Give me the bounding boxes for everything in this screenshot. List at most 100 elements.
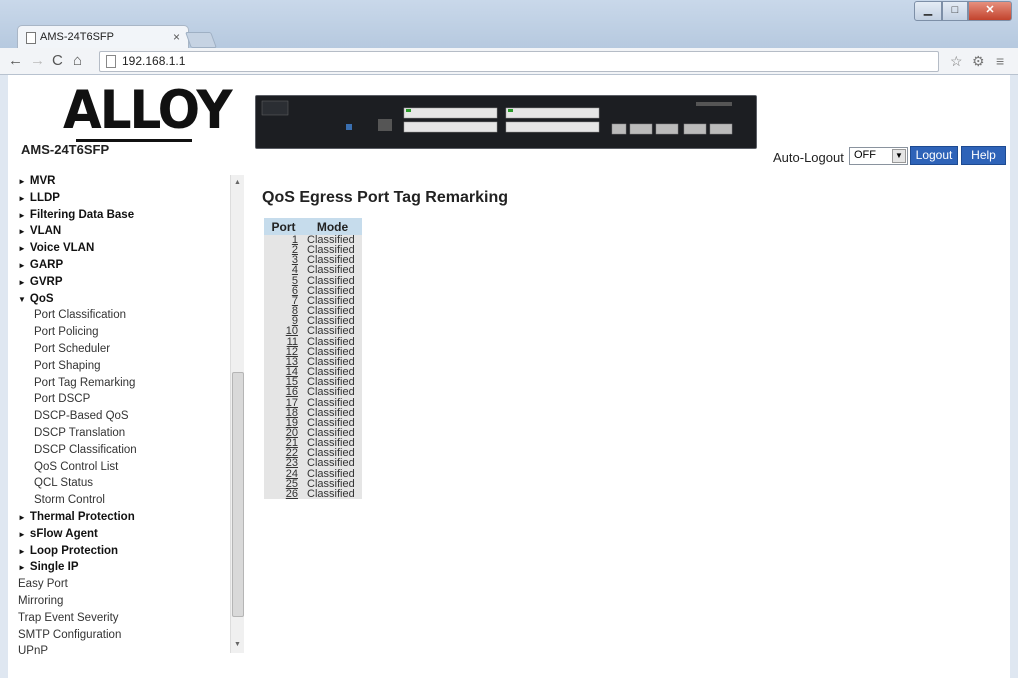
sidebar-item[interactable]: ► MVR	[18, 173, 228, 190]
collapsed-triangle-icon: ►	[18, 277, 26, 287]
sidebar-item-label: Port Shaping	[34, 359, 101, 372]
sidebar-item-label: QoS Control List	[34, 460, 119, 473]
collapsed-triangle-icon: ►	[18, 210, 26, 220]
collapsed-triangle-icon: ►	[18, 260, 26, 270]
page-icon	[106, 55, 116, 68]
browser-titlebar: AMS-24T6SFP × ▁ □ ✕	[0, 0, 1018, 49]
mode-cell: Classified	[303, 387, 362, 398]
sidebar-item[interactable]: DSCP Classification	[18, 442, 228, 459]
scroll-down-icon[interactable]: ▼	[234, 641, 241, 648]
sidebar-nav: ► MVR ► LLDP ► Filtering Data Base ► VLAN ► Voice…	[8, 173, 232, 678]
sidebar-item[interactable]: Port Scheduler	[18, 341, 228, 358]
sidebar-item-label: UPnP	[18, 645, 49, 658]
help-button[interactable]: Help	[961, 146, 1006, 165]
scrollbar-thumb[interactable]	[232, 372, 244, 617]
menu-icon[interactable]: ≡	[996, 53, 1004, 69]
sidebar-item[interactable]: Trap Event Severity	[18, 610, 228, 627]
sidebar-item-label: Port Tag Remarking	[34, 376, 136, 389]
close-tab-icon[interactable]: ×	[173, 30, 180, 44]
sidebar-item[interactable]: Port Policing	[18, 324, 228, 341]
sidebar-item-label: Loop Protection	[29, 544, 119, 557]
scroll-up-icon[interactable]: ▲	[234, 179, 241, 186]
sidebar-item[interactable]: Port DSCP	[18, 391, 228, 408]
sidebar-item-label: Storm Control	[34, 494, 105, 507]
extension-icon[interactable]: ⚙	[972, 53, 985, 70]
table-row: 26 Classified	[264, 488, 362, 500]
table-body: 1 Classified 2 Classified 3 Classified 4 Classi…	[264, 234, 362, 500]
tag-remarking-table: Port Mode 1 Classified 2 Classified 3 Classif…	[264, 218, 362, 499]
collapsed-triangle-icon: ►	[18, 512, 26, 522]
home-icon[interactable]: ⌂	[73, 52, 82, 69]
column-header-port: Port	[264, 218, 303, 235]
sidebar-item[interactable]: Port Tag Remarking	[18, 375, 228, 392]
sidebar-item-label: LLDP	[29, 191, 60, 204]
sidebar-item[interactable]: SMTP Configuration	[18, 627, 228, 644]
window-controls: ▁ □ ✕	[914, 1, 1012, 21]
sidebar-item[interactable]: ► GVRP	[18, 274, 228, 291]
bookmark-star-icon[interactable]: ☆	[950, 53, 963, 70]
collapsed-triangle-icon: ►	[18, 563, 26, 573]
sidebar-item-label: Trap Event Severity	[18, 611, 119, 624]
sidebar-item[interactable]: Storm Control	[18, 492, 228, 509]
sidebar-item[interactable]: Easy Port	[18, 576, 228, 593]
sidebar-item[interactable]: ► Thermal Protection	[18, 509, 228, 526]
sidebar-item-label: Port DSCP	[34, 393, 91, 406]
sidebar-item[interactable]: ► Voice VLAN	[18, 240, 228, 257]
sidebar-item[interactable]: ► LLDP	[18, 190, 228, 207]
sidebar-item-label: QCL Status	[34, 477, 94, 490]
auto-logout-select[interactable]: OFF ▼	[849, 147, 908, 165]
back-arrow-icon[interactable]: ←	[8, 52, 23, 69]
collapsed-triangle-icon: ►	[18, 227, 26, 237]
sidebar-item[interactable]: DSCP-Based QoS	[18, 408, 228, 425]
web-page: ALLOY AMS-24T6SFP Auto-Logout OFF ▼ Logo…	[8, 75, 1010, 678]
browser-tab[interactable]: AMS-24T6SFP ×	[17, 25, 189, 49]
port-link[interactable]: 26	[286, 488, 298, 500]
minimize-button[interactable]: ▁	[914, 1, 942, 21]
sidebar-item[interactable]: Port Classification	[18, 307, 228, 324]
maximize-button[interactable]: □	[942, 1, 968, 21]
forward-arrow-icon[interactable]: →	[30, 52, 45, 69]
sidebar-item[interactable]: ► Filtering Data Base	[18, 207, 228, 224]
sidebar-item[interactable]: ► Single IP	[18, 559, 228, 576]
page-title: QoS Egress Port Tag Remarking	[262, 189, 508, 206]
sidebar-item[interactable]: QCL Status	[18, 475, 228, 492]
collapsed-triangle-icon: ►	[18, 529, 26, 539]
sidebar-item[interactable]: ► GARP	[18, 257, 228, 274]
sidebar-item-label: GARP	[29, 258, 64, 271]
sidebar-item-label: DSCP Classification	[34, 443, 137, 456]
logout-button[interactable]: Logout	[910, 146, 958, 165]
nav-list: ► MVR ► LLDP ► Filtering Data Base ► VLAN ► Voice…	[18, 173, 228, 660]
address-bar[interactable]: 192.168.1.1	[99, 51, 939, 72]
sidebar-item[interactable]: ► VLAN	[18, 223, 228, 240]
tab-title: AMS-24T6SFP	[40, 31, 114, 43]
column-header-mode: Mode	[303, 218, 362, 235]
sidebar-item-label: MVR	[29, 175, 56, 187]
reload-icon[interactable]: C	[52, 52, 63, 69]
switch-panel-image	[255, 95, 757, 149]
sidebar-item[interactable]: ▼ QoS	[18, 291, 228, 308]
collapsed-triangle-icon: ►	[18, 244, 26, 254]
sidebar-item[interactable]: Port Shaping	[18, 358, 228, 375]
sidebar-item[interactable]: DSCP Translation	[18, 425, 228, 442]
brand-logo: ALLOY	[63, 79, 233, 141]
sidebar-item[interactable]: ► Loop Protection	[18, 543, 228, 560]
auto-logout-label: Auto-Logout	[773, 150, 844, 165]
sidebar-item-label: SMTP Configuration	[18, 628, 122, 641]
device-model: AMS-24T6SFP	[21, 142, 110, 157]
auto-logout-value: OFF	[854, 149, 876, 161]
sidebar-item-label: sFlow Agent	[29, 527, 98, 540]
sidebar-item-label: Filtering Data Base	[29, 208, 135, 221]
collapsed-triangle-icon: ►	[18, 546, 26, 556]
sidebar-item-label: GVRP	[29, 275, 63, 288]
sidebar-item-label: DSCP-Based QoS	[34, 410, 129, 423]
address-text: 192.168.1.1	[122, 54, 186, 68]
new-tab-button[interactable]	[185, 32, 217, 48]
sidebar-item[interactable]: QoS Control List	[18, 459, 228, 476]
sidebar-item[interactable]: UPnP	[18, 643, 228, 660]
sidebar-item[interactable]: Mirroring	[18, 593, 228, 610]
sidebar-item-label: Easy Port	[18, 578, 68, 591]
sidebar-item[interactable]: ► sFlow Agent	[18, 526, 228, 543]
sidebar-scrollbar[interactable]: ▲ ▼	[230, 175, 244, 653]
close-window-button[interactable]: ✕	[968, 1, 1012, 21]
sidebar-item-label: Port Scheduler	[34, 342, 111, 355]
